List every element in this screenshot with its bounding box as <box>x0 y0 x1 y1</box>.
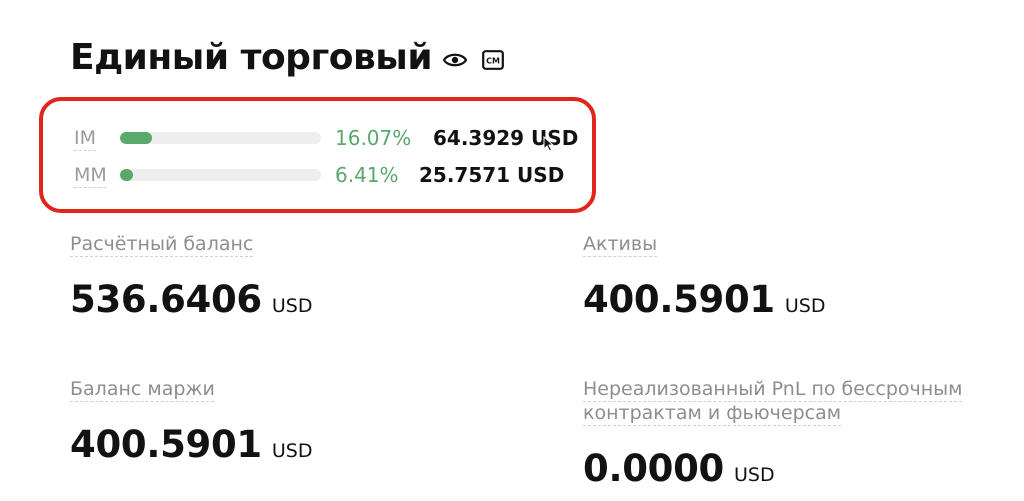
margin-highlight-box: IM 16.07% 64.3929 USD MM 6.41% 25.7571 U… <box>39 97 596 213</box>
page-title: Единый торговый <box>70 37 433 78</box>
assets-amount: 400.5901 <box>583 278 775 321</box>
im-label[interactable]: IM <box>74 127 120 149</box>
settled-balance-amount: 536.6406 <box>70 278 262 321</box>
im-progress-bar <box>120 132 321 144</box>
unrealized-pnl-value: 0.0000 USD <box>583 447 1023 490</box>
settled-balance-value: 536.6406 USD <box>70 278 312 321</box>
settled-balance-label[interactable]: Расчётный баланс <box>70 232 312 256</box>
margin-balance-label[interactable]: Баланс маржи <box>70 377 312 401</box>
unified-trading-account-panel: Единый торговый CM IM 16.07% 64.3929 USD… <box>0 0 1024 501</box>
mm-progress-bar <box>120 169 321 181</box>
im-row: IM 16.07% 64.3929 USD <box>74 126 578 150</box>
margin-balance-amount: 400.5901 <box>70 423 262 466</box>
settled-balance: Расчётный баланс 536.6406 USD <box>70 232 312 321</box>
assets-unit: USD <box>784 295 826 317</box>
margin-balance: Баланс маржи 400.5901 USD <box>70 377 312 466</box>
margin-balance-unit: USD <box>271 440 313 462</box>
assets: Активы 400.5901 USD <box>583 232 825 321</box>
cm-icon[interactable]: CM <box>482 49 504 70</box>
im-percent: 16.07% <box>335 126 412 150</box>
settled-balance-unit: USD <box>271 295 313 317</box>
mouse-cursor-icon <box>543 136 554 152</box>
assets-value: 400.5901 USD <box>583 278 825 321</box>
mm-label[interactable]: MM <box>74 164 120 186</box>
account-header: Единый торговый CM <box>70 34 504 82</box>
assets-label[interactable]: Активы <box>583 232 825 256</box>
mm-value: 25.7571 USD <box>419 163 565 187</box>
unrealized-pnl-amount: 0.0000 <box>583 447 724 490</box>
eye-icon[interactable] <box>442 50 468 70</box>
mm-progress-fill <box>120 169 133 181</box>
unrealized-pnl-unit: USD <box>733 464 775 486</box>
unrealized-pnl: Нереализованный PnL по бессрочным контра… <box>583 377 1023 490</box>
cm-icon-label: CM <box>486 56 500 65</box>
margin-balance-value: 400.5901 USD <box>70 423 312 466</box>
mm-row: MM 6.41% 25.7571 USD <box>74 163 564 187</box>
im-progress-fill <box>120 132 153 144</box>
mm-percent: 6.41% <box>335 163 399 187</box>
unrealized-pnl-label[interactable]: Нереализованный PnL по бессрочным контра… <box>583 377 1023 425</box>
im-value: 64.3929 USD <box>433 126 579 150</box>
